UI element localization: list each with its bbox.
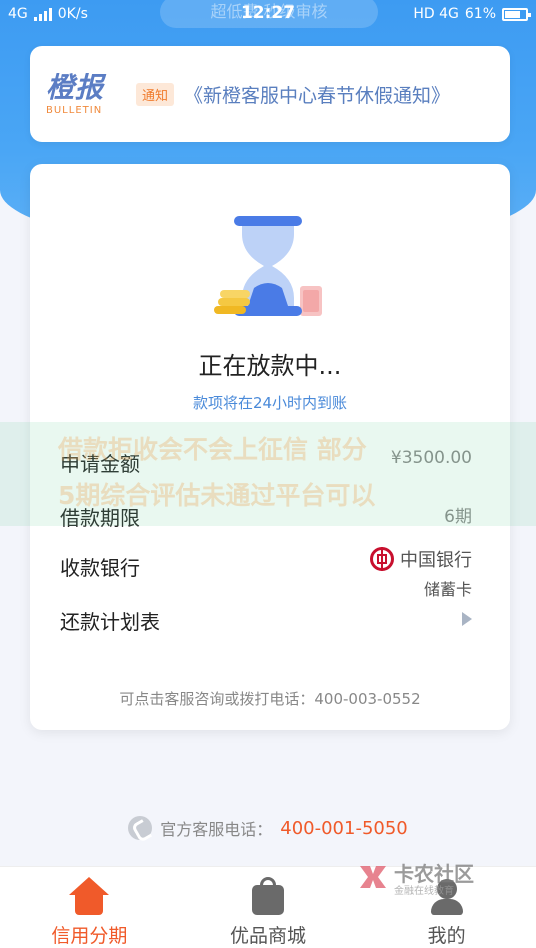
hourglass-icon [214, 216, 322, 316]
signal-icon [33, 7, 52, 21]
official-hotline[interactable]: 官方客服电话： 400-001-5050 [0, 816, 536, 840]
amount-label: 申请金额 [60, 452, 140, 476]
notice-tag: 通知 [136, 82, 175, 106]
chevron-right-icon [462, 612, 472, 626]
bulletin-logo-en: BULLETIN [46, 104, 103, 116]
detail-row-term: 借款期限 6期 [60, 502, 472, 531]
hotline-label: 官方客服电话： [160, 820, 273, 839]
detail-row-bank: 收款银行 中国银行 储蓄卡 [60, 546, 472, 600]
bulletin-logo: 橙报 BULLETIN [46, 70, 124, 116]
detail-row-amount: 申请金额 ¥3500.00 [60, 448, 472, 477]
battery-percent: 61% [464, 6, 496, 22]
network-speed: 0K/s [57, 6, 88, 22]
bank-of-china-icon [370, 547, 394, 571]
loan-status-title: 正在放款中... [198, 352, 342, 380]
watermark-tagline: 金融在线教育 [394, 886, 454, 897]
loan-status-subtitle: 款项将在24小时内到账 [192, 394, 348, 412]
promo-banner-ghost: 超低费 秒级审核 [160, 0, 378, 28]
bulletin-logo-cn: 橙报 [46, 70, 105, 104]
network-type-right: HD 4G [413, 6, 459, 22]
term-value: 6期 [444, 507, 472, 527]
contact-hint: 可点击客服咨询或拨打电话：400-003-0552 [119, 690, 421, 708]
watermark-logo-icon [360, 866, 386, 888]
tab-mall[interactable]: 优品商城 [179, 867, 358, 948]
amount-value: ¥3500.00 [390, 448, 472, 468]
plan-label: 还款计划表 [60, 610, 160, 634]
bank-value: 中国银行 储蓄卡 [370, 546, 472, 600]
home-icon [69, 877, 110, 915]
term-label: 借款期限 [60, 506, 140, 530]
network-type: 4G [8, 6, 28, 22]
tab-label: 优品商城 [230, 925, 307, 947]
tab-credit-installment[interactable]: 信用分期 [0, 867, 179, 948]
card-type: 储蓄卡 [423, 580, 472, 599]
repayment-plan-row[interactable]: 还款计划表 [60, 606, 472, 635]
status-bar: 超低费 秒级审核 4G 0K/s 12:27 HD 4G 61% [0, 0, 536, 28]
bank-name: 中国银行 [400, 550, 472, 571]
shopping-bag-icon [248, 877, 288, 915]
phone-icon [128, 816, 153, 840]
tab-label: 信用分期 [51, 925, 128, 947]
watermark: 卡农社区 金融在线教育 [356, 858, 478, 898]
bank-label: 收款银行 [60, 556, 140, 580]
bulletin-bar[interactable]: 橙报 BULLETIN 通知 《新橙客服中心春节休假通知》 [30, 46, 510, 142]
notice-link[interactable]: 《新橙客服中心春节休假通知》 [184, 81, 450, 108]
hotline-number[interactable]: 400-001-5050 [280, 818, 408, 839]
loan-status-card: 正在放款中... 款项将在24小时内到账 申请金额 ¥3500.00 借款期限 … [30, 164, 510, 730]
battery-icon [502, 7, 531, 21]
tab-label: 我的 [427, 925, 466, 947]
